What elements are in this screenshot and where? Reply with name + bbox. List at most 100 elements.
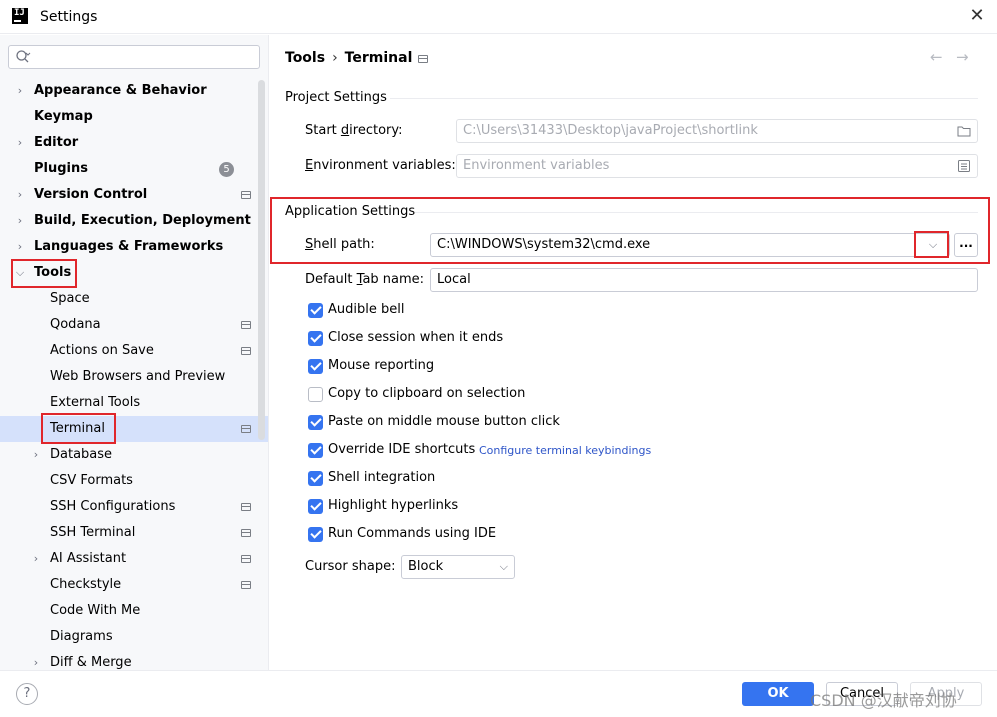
- cursor-shape-select[interactable]: Block ⌵: [401, 555, 515, 579]
- breadcrumb-parent[interactable]: Tools: [285, 50, 325, 66]
- forward-arrow-icon[interactable]: →: [956, 48, 969, 66]
- chevron-right-icon[interactable]: ›: [14, 234, 26, 260]
- group-divider: [390, 98, 978, 99]
- update-count-badge: 5: [219, 162, 234, 177]
- sidebar-item-version-control[interactable]: › Version Control: [0, 182, 268, 208]
- default-tab-name-label: Default Tab name:: [305, 272, 425, 287]
- sidebar-item-space[interactable]: Space: [0, 286, 268, 312]
- project-scope-icon: [241, 555, 251, 563]
- sidebar-item-label: Database: [50, 447, 113, 462]
- sidebar-item-code-with-me[interactable]: Code With Me: [0, 598, 268, 624]
- project-scope-icon: [241, 191, 251, 199]
- sidebar-item-languages-frameworks[interactable]: › Languages & Frameworks: [0, 234, 268, 260]
- sidebar-item-qodana[interactable]: Qodana: [0, 312, 268, 338]
- sidebar-item-appearance-behavior[interactable]: › Appearance & Behavior: [0, 78, 268, 104]
- paste-on-middle-mouse-button-click-checkbox[interactable]: [308, 415, 323, 430]
- start-directory-value: C:\Users\31433\Desktop\javaProject\short…: [463, 123, 758, 138]
- run-commands-using-ide-checkbox[interactable]: [308, 527, 323, 542]
- edit-list-icon[interactable]: [957, 159, 971, 173]
- checkbox-label: Run Commands using IDE: [328, 526, 497, 541]
- project-scope-icon: [241, 529, 251, 537]
- sidebar-item-csv-formats[interactable]: CSV Formats: [0, 468, 268, 494]
- sidebar-item-label: Actions on Save: [50, 343, 154, 358]
- sidebar-item-editor[interactable]: › Editor: [0, 130, 268, 156]
- mouse-reporting-checkbox[interactable]: [308, 359, 323, 374]
- configure-keybindings-link[interactable]: Configure terminal keybindings: [479, 444, 651, 457]
- checkbox-label: Close session when it ends: [328, 330, 504, 345]
- sidebar-item-build-execution-deployment[interactable]: › Build, Execution, Deployment: [0, 208, 268, 234]
- search-icon: [16, 50, 31, 63]
- chevron-right-icon[interactable]: ›: [30, 546, 42, 572]
- sidebar-item-label: Version Control: [34, 187, 148, 202]
- override-ide-shortcuts-checkbox[interactable]: [308, 443, 323, 458]
- sidebar-item-label: Checkstyle: [50, 577, 122, 592]
- chevron-right-icon[interactable]: ›: [14, 130, 26, 156]
- chevron-down-icon: ⌵: [499, 560, 508, 573]
- search-input[interactable]: [35, 48, 255, 66]
- sidebar-item-plugins[interactable]: Plugins 5: [0, 156, 268, 182]
- sidebar-item-keymap[interactable]: Keymap: [0, 104, 268, 130]
- sidebar-item-ssh-terminal[interactable]: SSH Terminal: [0, 520, 268, 546]
- chevron-right-icon[interactable]: ›: [14, 208, 26, 234]
- sidebar-item-label: Web Browsers and Preview: [50, 369, 226, 384]
- back-arrow-icon[interactable]: ←: [930, 48, 943, 66]
- project-scope-icon: [418, 55, 428, 63]
- sidebar-item-label: Space: [50, 291, 90, 306]
- sidebar-item-database[interactable]: › Database: [0, 442, 268, 468]
- checkbox-label: Mouse reporting: [328, 358, 435, 373]
- sidebar-item-web-browsers-and-preview[interactable]: Web Browsers and Preview: [0, 364, 268, 390]
- sidebar-item-label: SSH Terminal: [50, 525, 136, 540]
- checkbox-label: Highlight hyperlinks: [328, 498, 459, 513]
- env-variables-field[interactable]: Environment variables: [456, 154, 978, 178]
- ok-button[interactable]: OK: [742, 682, 814, 706]
- chevron-right-icon[interactable]: ›: [30, 442, 42, 468]
- sidebar-item-label: Appearance & Behavior: [34, 83, 207, 98]
- folder-icon[interactable]: [957, 124, 971, 138]
- window-title: Settings: [40, 9, 98, 25]
- highlight-hyperlinks-checkbox[interactable]: [308, 499, 323, 514]
- env-variables-label: Environment variables:: [305, 158, 456, 173]
- close-session-when-it-ends-checkbox[interactable]: [308, 331, 323, 346]
- settings-panel: Tools › Terminal ← → Project Settings Star…: [270, 35, 997, 670]
- sidebar-item-diagrams[interactable]: Diagrams: [0, 624, 268, 650]
- sidebar-item-label: SSH Configurations: [50, 499, 176, 514]
- intellij-icon: IJ: [12, 8, 28, 24]
- cursor-shape-value: Block: [408, 559, 444, 574]
- sidebar-item-checkstyle[interactable]: Checkstyle: [0, 572, 268, 598]
- checkbox-label: Shell integration: [328, 470, 436, 485]
- sidebar-item-ssh-configurations[interactable]: SSH Configurations: [0, 494, 268, 520]
- sidebar-item-label: Code With Me: [50, 603, 141, 618]
- search-field[interactable]: [8, 45, 260, 69]
- checkbox-label: Paste on middle mouse button click: [328, 414, 560, 429]
- env-variables-placeholder: Environment variables: [463, 158, 610, 173]
- watermark: CSDN @汉献帝刘协: [810, 691, 957, 710]
- chevron-right-icon[interactable]: ›: [14, 78, 26, 104]
- chevron-right-icon[interactable]: ›: [30, 650, 42, 670]
- title-bar: IJ Settings ✕: [0, 0, 997, 34]
- sidebar-item-label: Diagrams: [50, 629, 113, 644]
- sidebar-item-diff-merge[interactable]: › Diff & Merge: [0, 650, 268, 670]
- default-tab-name-field[interactable]: Local: [430, 268, 978, 292]
- breadcrumb-separator: ›: [332, 50, 338, 66]
- checkbox-label: Audible bell: [328, 302, 405, 317]
- sidebar-item-label: Editor: [34, 135, 79, 150]
- sidebar-item-label: Plugins: [34, 161, 88, 176]
- shell-integration-checkbox[interactable]: [308, 471, 323, 486]
- sidebar-item-label: Languages & Frameworks: [34, 239, 224, 254]
- project-scope-icon: [241, 503, 251, 511]
- audible-bell-checkbox[interactable]: [308, 303, 323, 318]
- checkbox-label: Override IDE shortcuts: [328, 442, 476, 457]
- close-icon[interactable]: ✕: [967, 6, 987, 26]
- sidebar-item-label: Diff & Merge: [50, 655, 132, 670]
- sidebar-item-label: Build, Execution, Deployment: [34, 213, 251, 228]
- sidebar-item-ai-assistant[interactable]: › AI Assistant: [0, 546, 268, 572]
- start-directory-field[interactable]: C:\Users\31433\Desktop\javaProject\short…: [456, 119, 978, 143]
- sidebar-item-actions-on-save[interactable]: Actions on Save: [0, 338, 268, 364]
- project-scope-icon: [241, 347, 251, 355]
- chevron-right-icon[interactable]: ›: [14, 182, 26, 208]
- copy-to-clipboard-on-selection-checkbox[interactable]: [308, 387, 323, 402]
- help-button[interactable]: ?: [16, 683, 38, 705]
- highlight-box-application-settings: [270, 197, 990, 264]
- sidebar-scrollbar[interactable]: [258, 80, 265, 440]
- breadcrumb: Tools › Terminal: [285, 50, 412, 66]
